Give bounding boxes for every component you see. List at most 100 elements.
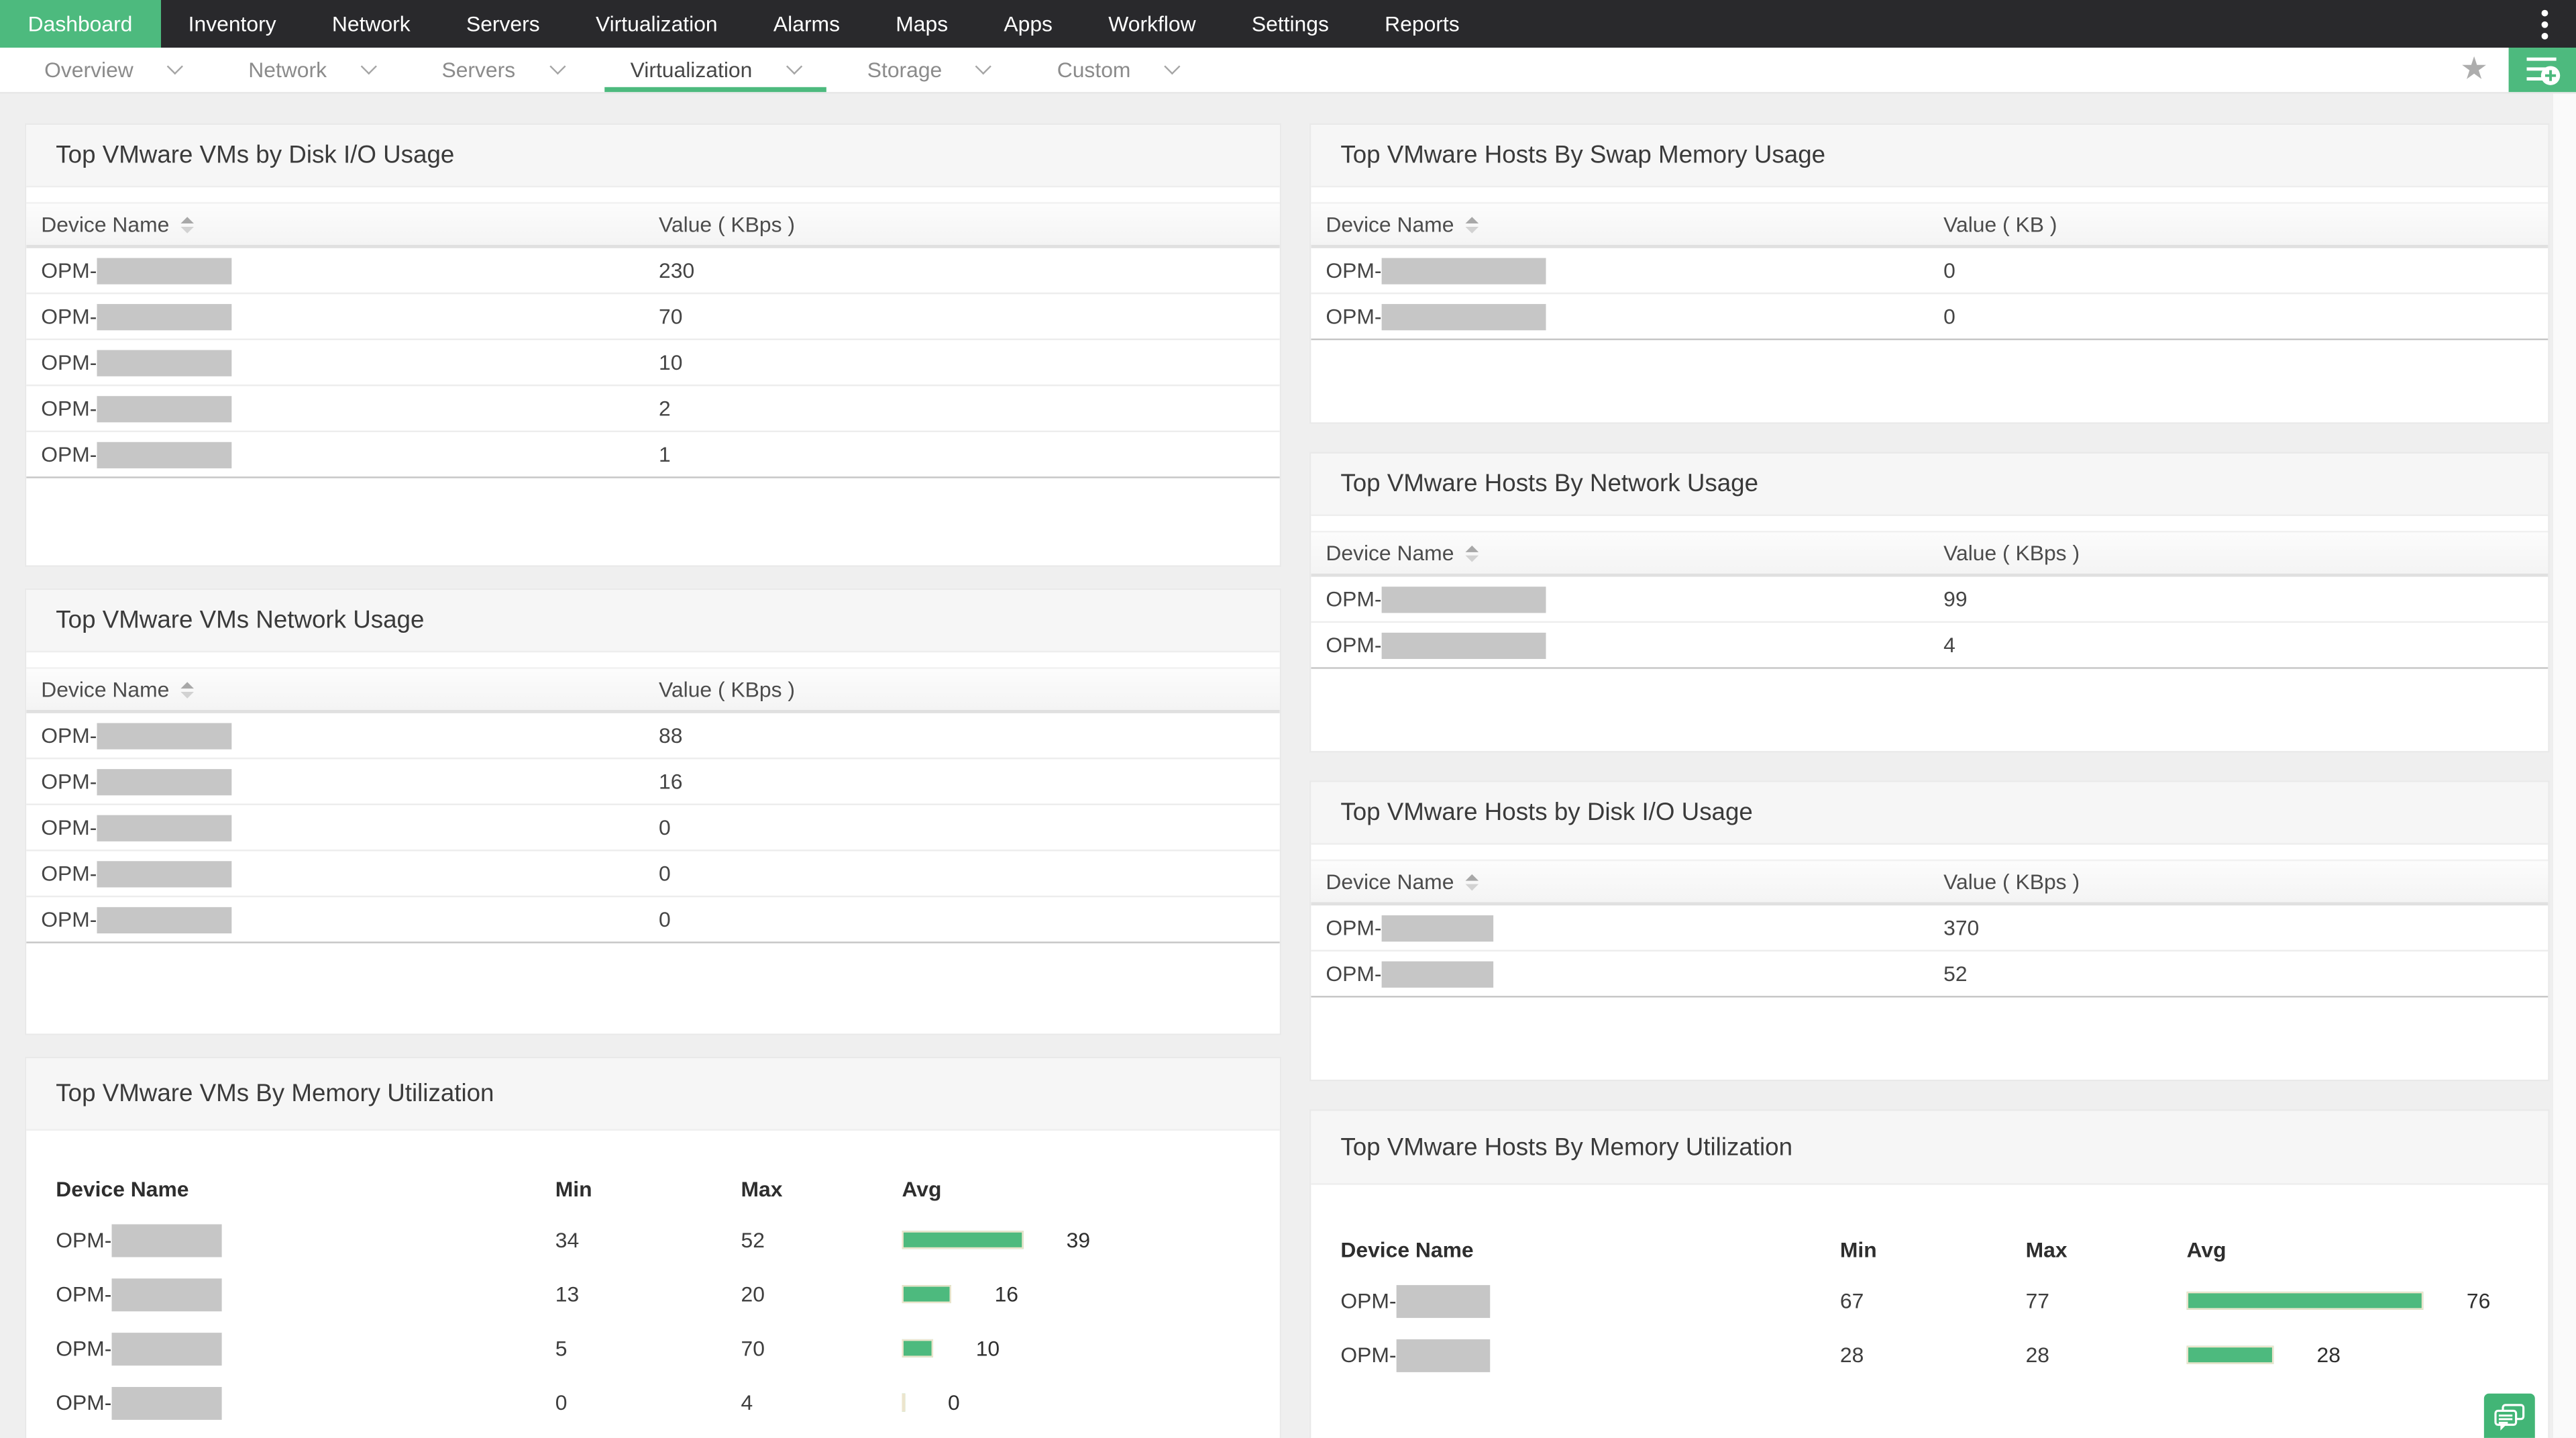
favorite-star-icon[interactable]: ★ [2440, 48, 2509, 92]
device-name-cell: OPM- [1326, 960, 1943, 987]
tab-servers[interactable]: Servers [415, 48, 589, 92]
tab-network[interactable]: Network [222, 48, 400, 92]
tab-label: Overview [44, 57, 133, 83]
nav-item-dashboard[interactable]: Dashboard [0, 0, 161, 48]
device-name-header: Device Name [1340, 1236, 1474, 1262]
redacted-device-name [1381, 914, 1494, 941]
device-name-header[interactable]: Device Name [41, 212, 659, 237]
device-name-header[interactable]: Device Name [41, 677, 659, 702]
value-header[interactable]: Value ( KB ) [1943, 212, 2548, 237]
value-cell: 0 [659, 861, 671, 886]
chat-button[interactable] [2483, 1393, 2535, 1438]
nav-item-network[interactable]: Network [304, 0, 438, 48]
min-header: Min [1839, 1236, 1877, 1262]
table-row[interactable]: OPM- 370 [1311, 905, 2548, 952]
nav-item-maps[interactable]: Maps [868, 0, 976, 48]
device-name-cell: OPM- [56, 1223, 555, 1257]
table-row[interactable]: OPM- 67 77 76 [1311, 1274, 2548, 1328]
device-name-header-label: Device Name [1326, 540, 1454, 566]
nav-item-workflow[interactable]: Workflow [1081, 0, 1224, 48]
device-name-header[interactable]: Device Name [1326, 870, 1943, 894]
device-name-cell: OPM- [41, 722, 659, 749]
table-header: Device Name Min Max Avg [1311, 1224, 2548, 1273]
table-row[interactable]: OPM- 34 52 39 [26, 1213, 1280, 1267]
nav-item-apps[interactable]: Apps [976, 0, 1081, 48]
redacted-device-name [1381, 960, 1494, 987]
device-name-cell: OPM- [56, 1278, 555, 1311]
device-name-cell: OPM- [41, 906, 659, 933]
redacted-device-name [1381, 631, 1546, 658]
panel-vm-network: Top VMware VMs Network Usage Device Name V… [24, 588, 1282, 1035]
kebab-menu-icon[interactable] [2514, 0, 2576, 48]
min-cell: 13 [555, 1282, 580, 1306]
content-scrollbar[interactable] [2551, 93, 2576, 1438]
redacted-device-name [1381, 303, 1546, 330]
panel-vm-memory: Top VMware VMs By Memory Utilization Devi… [24, 1056, 1282, 1438]
device-name-prefix: OPM- [41, 442, 97, 467]
sort-icon [1465, 544, 1479, 562]
nav-item-inventory[interactable]: Inventory [160, 0, 304, 48]
table-row[interactable]: OPM- 5 70 10 [26, 1321, 1280, 1376]
table-row[interactable]: OPM- 1 [26, 432, 1280, 478]
nav-item-alarms[interactable]: Alarms [745, 0, 867, 48]
table-row[interactable]: OPM- 99 [1311, 577, 2548, 623]
device-name-header[interactable]: Device Name [1326, 540, 1943, 566]
table-row[interactable]: OPM- 0 [1311, 248, 2548, 295]
tab-label: Virtualization [630, 57, 753, 83]
device-name-cell: OPM- [41, 349, 659, 376]
device-name-cell: OPM- [1340, 1284, 1839, 1317]
chevron-down-icon [786, 58, 802, 75]
table-row[interactable]: OPM- 0 [26, 805, 1280, 852]
value-cell: 0 [659, 815, 671, 840]
value-header[interactable]: Value ( KBps ) [659, 677, 1280, 702]
table-header: Device Name Value ( KB ) [1311, 202, 2548, 248]
add-dashboard-icon [2526, 56, 2560, 85]
device-name-header-label: Device Name [41, 676, 170, 702]
nav-item-reports[interactable]: Reports [1357, 0, 1488, 48]
tab-storage[interactable]: Storage [841, 48, 1016, 92]
tab-custom[interactable]: Custom [1031, 48, 1205, 92]
table-row[interactable]: OPM- 0 [26, 897, 1280, 943]
value-cell: 2 [659, 396, 671, 421]
table-row[interactable]: OPM- 0 4 0 [26, 1376, 1280, 1430]
nav-item-virtualization[interactable]: Virtualization [568, 0, 745, 48]
table-row[interactable]: OPM- 13 20 16 [26, 1267, 1280, 1321]
chevron-down-icon [1164, 58, 1181, 75]
max-header: Max [741, 1176, 783, 1200]
table-row[interactable]: OPM- 70 [26, 294, 1280, 340]
table-row[interactable]: OPM- 4 [1311, 623, 2548, 669]
avg-cell: 76 [2186, 1288, 2548, 1313]
chevron-down-icon [975, 58, 992, 75]
avg-cell: 28 [2186, 1343, 2548, 1368]
device-name-prefix: OPM- [41, 396, 97, 421]
value-header[interactable]: Value ( KBps ) [1943, 541, 2548, 566]
device-name-header[interactable]: Device Name [1326, 212, 1943, 237]
max-cell: 20 [741, 1282, 765, 1306]
tab-overview[interactable]: Overview [18, 48, 207, 92]
avg-value: 39 [1066, 1227, 1091, 1253]
table-row[interactable]: OPM- 52 [1311, 952, 2548, 998]
sort-up-icon [180, 681, 195, 688]
value-header[interactable]: Value ( KBps ) [659, 212, 1280, 237]
nav-item-settings[interactable]: Settings [1224, 0, 1356, 48]
table-row[interactable]: OPM- 230 [26, 248, 1280, 295]
value-header[interactable]: Value ( KBps ) [1943, 870, 2548, 894]
table-row[interactable]: OPM- 28 28 28 [1311, 1328, 2548, 1382]
table-row[interactable]: OPM- 88 [26, 713, 1280, 760]
device-name-prefix: OPM- [41, 304, 97, 329]
table-row[interactable]: OPM- 0 [26, 852, 1280, 898]
table-row[interactable]: OPM- 0 [1311, 294, 2548, 340]
add-dashboard-button[interactable] [2508, 48, 2576, 93]
table-row[interactable]: OPM- 16 [26, 759, 1280, 806]
tab-virtualization[interactable]: Virtualization [604, 48, 827, 93]
table-row[interactable]: OPM- 2 [26, 387, 1280, 433]
panel-title: Top VMware Hosts by Disk I/O Usage [1311, 782, 2548, 845]
table-row[interactable]: OPM- 10 [26, 340, 1280, 387]
chevron-down-icon [549, 58, 566, 75]
nav-item-servers[interactable]: Servers [438, 0, 568, 48]
value-cell: 370 [1943, 915, 1980, 940]
panel-title: Top VMware VMs by Disk I/O Usage [26, 125, 1280, 188]
device-name-cell: OPM- [41, 441, 659, 468]
redacted-device-name [97, 722, 232, 749]
value-cell: 0 [1943, 258, 1955, 283]
